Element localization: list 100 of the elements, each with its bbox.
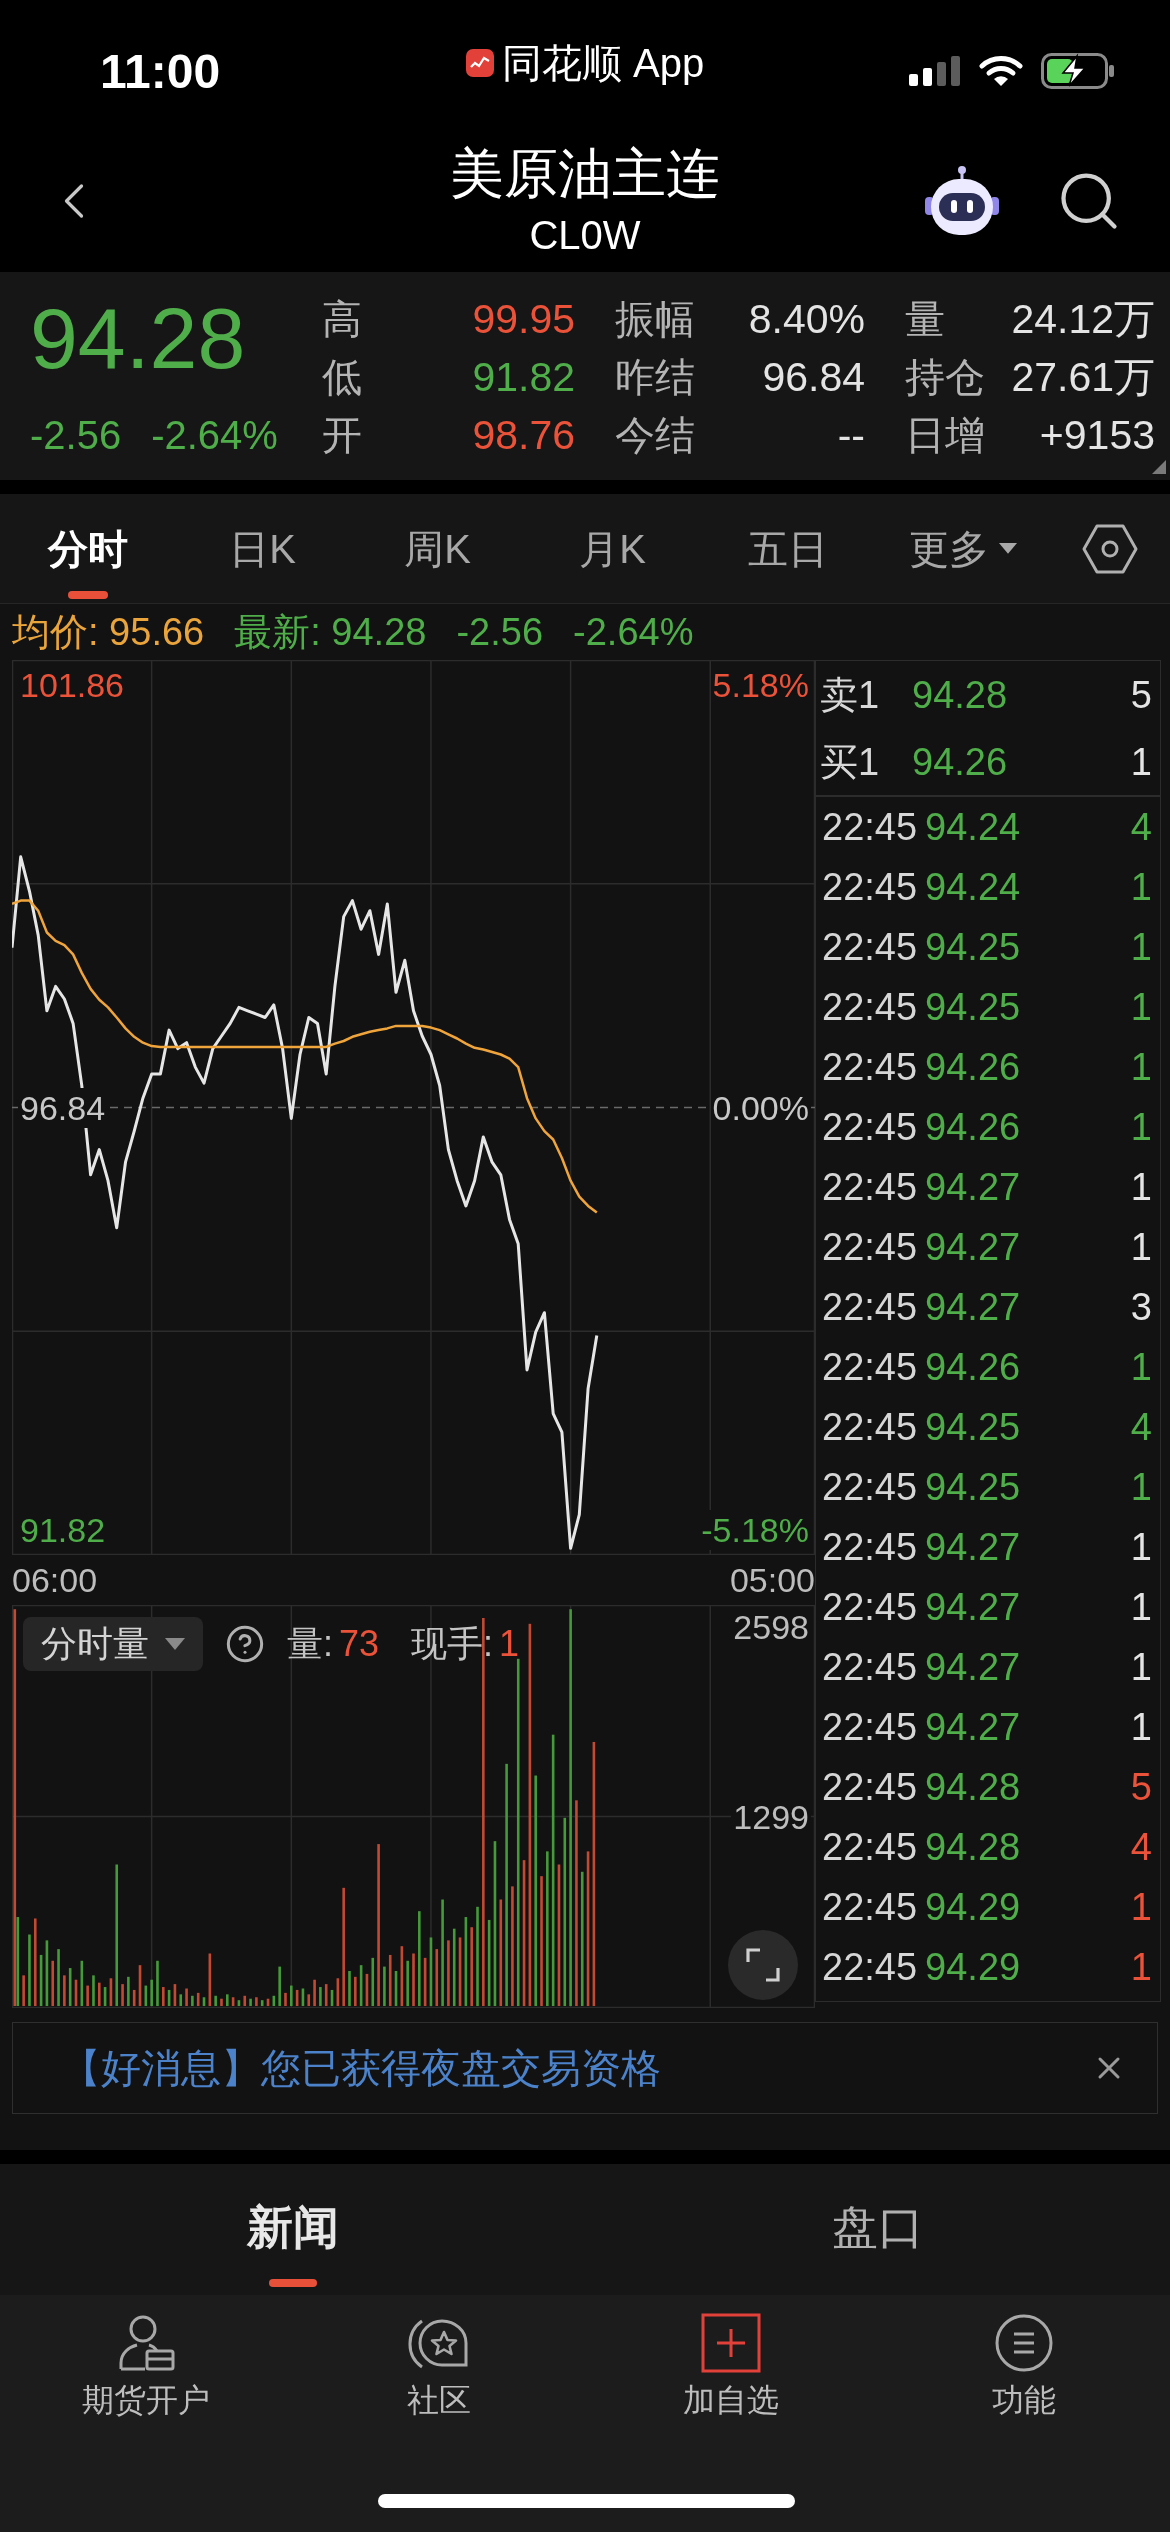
trade-volume: 4 [1130, 1408, 1153, 1446]
bar [196, 1992, 200, 2006]
chart-tab[interactable]: 更多 [875, 494, 1050, 603]
volume-stat-label: 现手: [411, 1626, 494, 1662]
bar [150, 1979, 153, 2006]
bar [121, 1984, 124, 2006]
help-icon[interactable] [225, 1624, 265, 1664]
trade-time: 22:45 [822, 1528, 918, 1566]
bar [371, 1957, 375, 2006]
trade-price: 94.27 [925, 1528, 1021, 1566]
chart-tab[interactable]: 五日 [700, 494, 875, 603]
trade-price: 94.25 [925, 1468, 1021, 1506]
trade-volume: 1 [1130, 1528, 1153, 1566]
volume-stat-label: 量: [287, 1626, 333, 1662]
bar [388, 1954, 392, 2006]
stat-label: 高 [322, 299, 362, 339]
trade-volume: 1 [1130, 1468, 1153, 1506]
chart-tab[interactable]: 日K [175, 494, 350, 603]
order-book-price: 94.28 [912, 675, 1008, 714]
trade-volume: 1 [1130, 988, 1153, 1026]
nav-item[interactable]: 社区 [292, 2295, 585, 2419]
bar [441, 1899, 444, 2006]
trade-volume: 3 [1130, 1288, 1153, 1326]
price-axis-label: 96.84 [18, 1087, 108, 1128]
trade-time: 22:45 [822, 1948, 918, 1986]
bar [540, 1876, 543, 2006]
bar [220, 1998, 223, 2006]
notice-text[interactable]: 【好消息】您已获得夜盘交易资格 [61, 2048, 661, 2088]
volume-stat-value: 1 [499, 1626, 520, 1662]
trade-price: 94.27 [925, 1648, 1021, 1686]
bar [51, 1960, 55, 2006]
bar [482, 1617, 485, 2006]
trade-time: 22:45 [822, 868, 918, 906]
stat-value: +9153 [1039, 414, 1155, 456]
stat-label: 振幅 [615, 299, 695, 339]
bar [278, 1966, 281, 2006]
nav-item[interactable]: 加自选 [585, 2295, 878, 2419]
robot-icon[interactable] [922, 165, 1002, 237]
stat-label: 开 [322, 415, 362, 455]
stat-value: 27.61万 [1011, 356, 1155, 398]
trade-volume: 5 [1130, 1768, 1153, 1806]
trade-price: 94.27 [925, 1228, 1021, 1266]
bar [516, 1658, 520, 2006]
trade-price: 94.29 [925, 1948, 1021, 1986]
trade-volume: 1 [1130, 1108, 1153, 1146]
bar [115, 1864, 119, 2006]
bar [580, 1871, 584, 2006]
section-tab[interactable]: 新闻 [0, 2164, 585, 2295]
bar [511, 1886, 514, 2006]
trade-price: 94.24 [925, 808, 1021, 846]
trade-time: 22:45 [822, 1288, 918, 1326]
bar [284, 1992, 287, 2006]
bar [412, 1953, 415, 2006]
bar [33, 1918, 37, 2006]
trade-time: 22:45 [822, 1828, 918, 1866]
latest-change-percent: -2.64% [573, 613, 694, 651]
bar [383, 1966, 386, 2006]
bar [97, 1982, 101, 2006]
nav-item[interactable]: 期货开户 [0, 2295, 293, 2419]
order-book-volume: 5 [1130, 675, 1153, 714]
price-change: -2.56 [30, 415, 122, 455]
bar [569, 1609, 572, 2006]
trade-time: 22:45 [822, 1708, 918, 1746]
trade-time: 22:45 [822, 988, 918, 1026]
chart-tab[interactable]: 周K [350, 494, 525, 603]
battery-charging-icon [1041, 53, 1115, 89]
chart-tab[interactable]: 月K [525, 494, 700, 603]
bar [249, 1998, 252, 2006]
trade-price: 94.28 [925, 1828, 1021, 1866]
trade-volume: 1 [1130, 1168, 1153, 1206]
trade-price: 94.27 [925, 1168, 1021, 1206]
trade-time: 22:45 [822, 928, 918, 966]
volume-type-dropdown[interactable]: 分时量 [23, 1617, 203, 1671]
trade-price: 94.25 [925, 1408, 1021, 1446]
trade-time: 22:45 [822, 1348, 918, 1386]
bar [92, 1975, 95, 2006]
back-to-app-button[interactable]: 同花顺 App [465, 43, 705, 83]
section-tab[interactable]: 盘口 [585, 2164, 1170, 2295]
symbol-code: CL0W [529, 212, 641, 259]
trade-volume: 1 [1130, 868, 1153, 906]
bar [290, 1985, 293, 2006]
trade-time: 22:45 [822, 1168, 918, 1206]
trade-price: 94.26 [925, 1348, 1021, 1386]
trade-time: 22:45 [822, 1048, 918, 1086]
stat-value: 99.95 [472, 298, 575, 340]
bar [406, 1960, 409, 2006]
tab-underline [67, 591, 108, 599]
order-book-side: 买1 [820, 742, 881, 781]
chart-tab[interactable]: 分时 [0, 494, 175, 603]
order-book-side: 卖1 [820, 675, 881, 714]
trade-price: 94.27 [925, 1588, 1021, 1626]
stat-value: 8.40% [748, 298, 865, 340]
bar [447, 1940, 450, 2006]
menu-icon [993, 2313, 1054, 2373]
trade-price: 94.25 [925, 988, 1021, 1026]
bar [185, 1988, 188, 2006]
bar [28, 1934, 31, 2006]
trade-price: 94.25 [925, 928, 1021, 966]
nav-item[interactable]: 功能 [877, 2295, 1170, 2419]
caret-icon [165, 1638, 185, 1650]
